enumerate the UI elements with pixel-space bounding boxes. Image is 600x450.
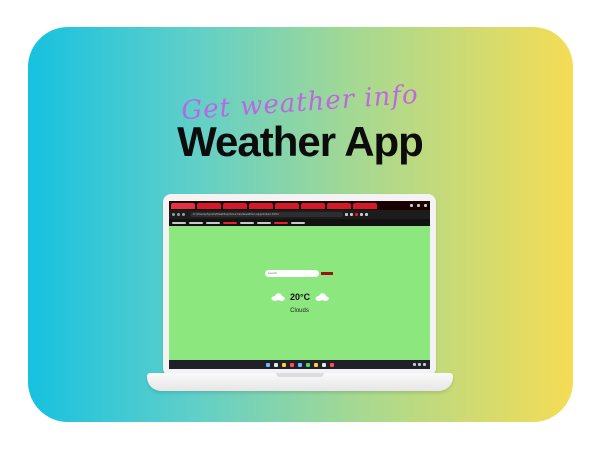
laptop-screen: C:/Users/Ayush/Desktop/Sources/weather-a…	[169, 201, 430, 369]
system-tray	[413, 363, 426, 366]
start-icon[interactable]	[265, 362, 270, 367]
wifi-icon[interactable]	[413, 363, 416, 366]
bookmark-item[interactable]	[257, 221, 271, 224]
browser-tab[interactable]	[275, 202, 299, 209]
browser-tab[interactable]	[197, 202, 221, 209]
bookmarks-bar	[169, 219, 430, 226]
reload-icon[interactable]	[182, 213, 185, 216]
close-icon[interactable]	[424, 204, 427, 207]
cloud-icon	[271, 293, 285, 301]
maximize-icon[interactable]	[417, 204, 420, 207]
search-row	[265, 269, 333, 277]
forward-icon[interactable]	[177, 213, 180, 216]
browser-tab[interactable]	[301, 202, 325, 209]
bookmark-item[interactable]	[223, 221, 237, 224]
url-input[interactable]: C:/Users/Ayush/Desktop/Sources/weather-a…	[190, 212, 343, 217]
cloud-icon	[315, 293, 329, 301]
weather-display: 20°C	[271, 292, 329, 302]
search-icon[interactable]	[273, 362, 278, 367]
bookmark-item[interactable]	[274, 221, 288, 224]
bookmark-item[interactable]	[189, 221, 203, 224]
clock-icon[interactable]	[423, 363, 426, 366]
bookmark-item[interactable]	[240, 221, 254, 224]
browser-address-bar: C:/Users/Ayush/Desktop/Sources/weather-a…	[169, 210, 430, 219]
extension-icon[interactable]	[345, 213, 348, 216]
bookmark-item[interactable]	[291, 221, 305, 224]
browser-tab[interactable]	[249, 202, 273, 209]
temperature-value: 20°C	[290, 292, 311, 302]
browser-tab[interactable]	[171, 202, 195, 209]
bookmark-item[interactable]	[172, 221, 186, 224]
search-button[interactable]	[321, 271, 333, 275]
bookmark-item[interactable]	[206, 221, 220, 224]
volume-icon[interactable]	[418, 363, 421, 366]
browser-tab[interactable]	[223, 202, 247, 209]
browser-tab[interactable]	[353, 202, 377, 209]
code-editor-icon[interactable]	[297, 362, 302, 367]
weather-condition: Clouds	[290, 308, 309, 314]
app-icon[interactable]	[305, 362, 310, 367]
page-title: Weather App	[177, 118, 424, 165]
browser-tab[interactable]	[327, 202, 351, 209]
minimize-icon[interactable]	[410, 204, 413, 207]
back-icon[interactable]	[172, 213, 175, 216]
taskbar	[169, 360, 430, 369]
extension-icon[interactable]	[350, 213, 353, 216]
folder-icon[interactable]	[281, 362, 286, 367]
menu-icon[interactable]	[365, 213, 368, 216]
app-icon[interactable]	[329, 362, 334, 367]
browser-icon[interactable]	[289, 362, 294, 367]
laptop-notch	[276, 373, 324, 377]
browser-tab-bar	[169, 201, 430, 210]
profile-icon[interactable]	[360, 213, 363, 216]
extension-icon[interactable]	[355, 213, 358, 216]
app-icon[interactable]	[321, 362, 326, 367]
window-controls	[410, 204, 430, 207]
city-search-input[interactable]	[265, 269, 319, 277]
app-icon[interactable]	[313, 362, 318, 367]
